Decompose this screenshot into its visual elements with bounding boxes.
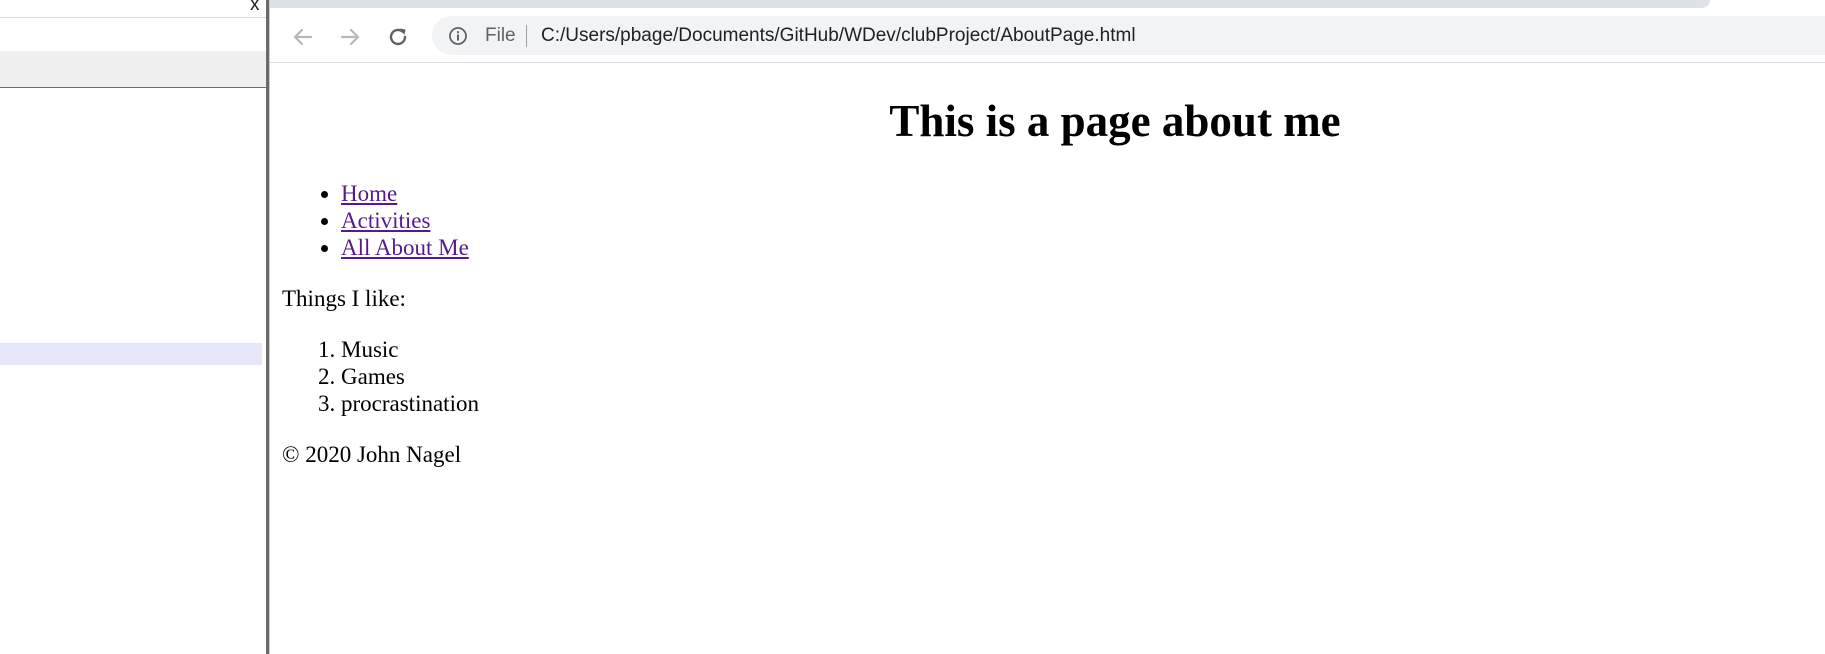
arrow-left-icon — [293, 28, 313, 46]
reload-button[interactable] — [383, 22, 413, 52]
list-item: Music — [341, 336, 479, 363]
back-button[interactable] — [288, 22, 318, 52]
home-link[interactable]: Home — [341, 181, 397, 206]
activities-link[interactable]: Activities — [341, 208, 430, 233]
page-title: This is a page about me — [889, 96, 1341, 146]
tab-strip — [270, 0, 1710, 8]
likes-heading: Things I like: — [282, 286, 406, 311]
browser-toolbar: File C:/Users/pbage/Documents/GitHub/WDe… — [270, 13, 1825, 63]
scheme-separator — [526, 25, 527, 47]
nav-item-about: All About Me — [341, 234, 469, 261]
nav-item-home: Home — [341, 180, 469, 207]
list-item: Games — [341, 363, 479, 390]
address-bar[interactable]: File C:/Users/pbage/Documents/GitHub/WDe… — [432, 16, 1825, 55]
copyright-footer: © 2020 John Nagel — [282, 442, 462, 467]
likes-list: Music Games procrastination — [282, 336, 479, 417]
list-item: procrastination — [341, 390, 479, 417]
info-icon[interactable] — [448, 26, 468, 46]
page-content: This is a page about me Home Activities … — [270, 63, 1825, 654]
editor-header-bar — [0, 51, 266, 88]
close-button[interactable]: x — [250, 0, 260, 15]
arrow-right-icon — [340, 28, 360, 46]
editor-panel: x — [0, 0, 266, 654]
editor-input-row[interactable] — [0, 17, 266, 52]
url-text[interactable]: C:/Users/pbage/Documents/GitHub/WDev/clu… — [541, 25, 1136, 47]
reload-icon — [389, 28, 407, 46]
nav-item-activities: Activities — [341, 207, 469, 234]
scheme-label: File — [485, 25, 516, 46]
all-about-me-link[interactable]: All About Me — [341, 235, 469, 260]
browser-window: File C:/Users/pbage/Documents/GitHub/WDe… — [270, 0, 1825, 654]
selected-line-highlight[interactable] — [0, 343, 262, 365]
forward-button[interactable] — [335, 22, 365, 52]
nav-list: Home Activities All About Me — [282, 180, 469, 261]
